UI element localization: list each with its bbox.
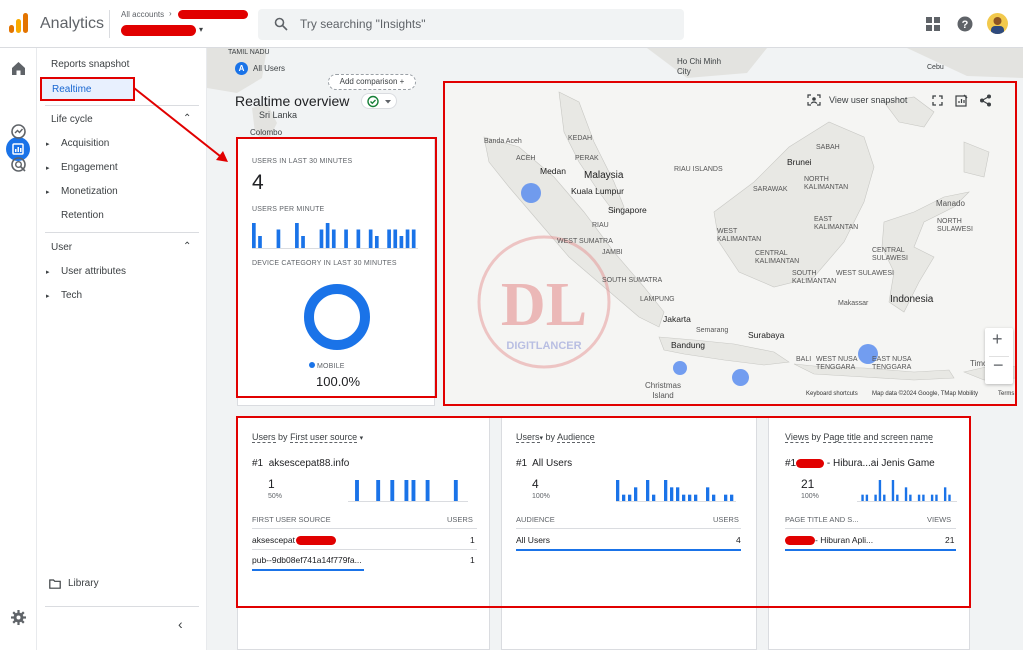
annotation-frame: [236, 416, 971, 608]
map-label: Cebu: [927, 64, 944, 71]
nav-retention[interactable]: Retention: [61, 210, 104, 221]
data-quality-badge[interactable]: [361, 93, 397, 109]
settings-gear-icon[interactable]: [10, 609, 27, 626]
app-title[interactable]: Analytics: [40, 15, 104, 33]
divider: [45, 606, 199, 607]
check-circle-icon: [367, 95, 391, 108]
property-dropdown-icon[interactable]: ▾: [199, 25, 203, 34]
nav-monetization[interactable]: Monetization: [61, 186, 118, 197]
search-icon: [274, 17, 288, 31]
expand-caret-icon[interactable]: ▸: [46, 140, 50, 148]
reports-nav: Reports snapshot Realtime Life cycle ⌃ ▸…: [37, 48, 207, 650]
home-icon[interactable]: [10, 60, 27, 77]
divider: [45, 232, 199, 233]
all-accounts-link[interactable]: All accounts: [121, 10, 164, 19]
expand-caret-icon[interactable]: ▸: [46, 292, 50, 300]
annotation-frame: [236, 137, 437, 398]
icon-rail: [0, 48, 37, 650]
map-label: Ho Chi Minh City: [677, 57, 722, 76]
divider: [45, 105, 199, 106]
add-comparison-button[interactable]: Add comparison +: [328, 74, 416, 90]
chevron-up-icon[interactable]: ⌃: [183, 241, 191, 252]
nav-lifecycle-heading[interactable]: Life cycle: [51, 114, 93, 125]
redacted-account: [178, 10, 248, 19]
chevron-right-icon: ›: [169, 9, 172, 18]
nav-tech[interactable]: Tech: [61, 290, 82, 301]
nav-realtime-label: Realtime: [52, 84, 92, 95]
chevron-up-icon[interactable]: ⌃: [183, 113, 191, 124]
segment-badge: A: [235, 62, 248, 75]
explore-icon[interactable]: [10, 123, 27, 140]
avatar[interactable]: [987, 13, 1008, 34]
annotation-frame: [443, 81, 1017, 406]
apps-grid-icon[interactable]: [925, 16, 941, 32]
top-bar: Analytics All accounts › ▾ Try searching…: [0, 0, 1023, 48]
search-input[interactable]: Try searching "Insights": [300, 17, 425, 31]
map-label: Colombo: [250, 128, 283, 137]
nav-acquisition[interactable]: Acquisition: [61, 138, 109, 149]
collapse-nav-icon[interactable]: ‹: [178, 616, 183, 632]
segment-chip[interactable]: All Users: [253, 64, 285, 73]
nav-user-heading[interactable]: User: [51, 242, 72, 253]
divider: [109, 10, 110, 38]
redacted-property[interactable]: [121, 25, 196, 36]
main-content: TAMIL NADU Sri Lanka Colombo Ho Chi Minh…: [207, 48, 1023, 650]
advertising-icon[interactable]: [10, 156, 27, 173]
search-bar[interactable]: Try searching "Insights": [258, 9, 684, 40]
map-label: TAMIL NADU: [228, 49, 270, 56]
expand-caret-icon[interactable]: ▸: [46, 268, 50, 276]
nav-library[interactable]: Library: [68, 578, 99, 589]
expand-caret-icon[interactable]: ▸: [46, 188, 50, 196]
nav-user-attributes[interactable]: User attributes: [61, 266, 126, 277]
help-icon[interactable]: ?: [957, 16, 973, 32]
analytics-logo[interactable]: [9, 13, 29, 33]
nav-engagement[interactable]: Engagement: [61, 162, 118, 173]
svg-text:?: ?: [962, 19, 969, 31]
map-label: Sri Lanka: [259, 110, 298, 120]
expand-caret-icon[interactable]: ▸: [46, 164, 50, 172]
nav-realtime[interactable]: Realtime: [40, 77, 135, 101]
nav-reports-snapshot[interactable]: Reports snapshot: [51, 59, 129, 70]
folder-icon: [49, 579, 61, 589]
page-title: Realtime overview: [235, 93, 350, 109]
